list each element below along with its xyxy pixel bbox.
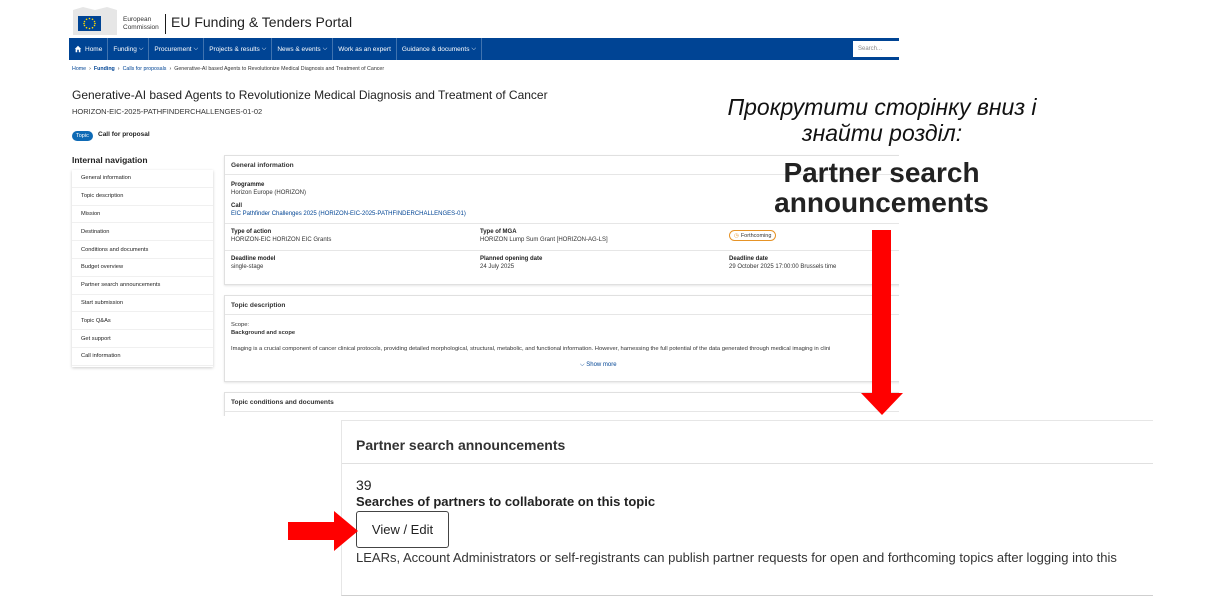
instruction-text: Прокрутити сторінку вниз і знайти розділ… (727, 94, 1037, 146)
sidebar-item-topic-description[interactable]: Topic description (72, 188, 213, 206)
sidebar-title: Internal navigation (72, 155, 148, 165)
programme-label: Programme (231, 182, 265, 188)
partner-search-note: LEARs, Account Administrators or self-re… (356, 550, 1117, 565)
nav-projects[interactable]: Projects & results ⌵ (204, 38, 273, 60)
nav-funding[interactable]: Funding ⌵ (108, 38, 150, 60)
chevron-down-icon: ⌵ (471, 45, 477, 52)
divider (225, 223, 899, 224)
nav-procurement[interactable]: Procurement ⌵ (149, 38, 205, 60)
target-section-label: Partner search announcements (774, 157, 989, 218)
topic-badge: Topic (72, 131, 93, 141)
nav-guidance-label: Guidance & documents (401, 45, 470, 53)
sidebar-item-partner-search[interactable]: Partner search announcements (72, 277, 213, 295)
type-of-action-label: Type of action (231, 229, 272, 235)
nav-funding-label: Funding (113, 45, 137, 53)
chevron-down-icon: ⌵ (138, 45, 144, 52)
topic-description-card: Topic description Scope: Background and … (224, 295, 899, 382)
divider (342, 463, 1153, 464)
deadline-model-value: single-stage (231, 264, 264, 270)
sidebar-item-general-information[interactable]: General information (72, 170, 213, 188)
sidebar-item-topic-qa[interactable]: Topic Q&As (72, 312, 213, 331)
call-label: Call (231, 203, 243, 209)
breadcrumb-funding[interactable]: Funding (94, 66, 115, 72)
conditions-card: Topic conditions and documents (224, 392, 899, 416)
nav-procurement-label: Procurement (154, 45, 192, 53)
arrow-right-icon (288, 511, 358, 551)
partner-search-count: 39 (356, 477, 372, 493)
portal-name[interactable]: EU Funding & Tenders Portal (171, 14, 352, 30)
sidebar-item-start-submission[interactable]: Start submission (72, 295, 213, 313)
home-icon (74, 45, 82, 53)
sidebar-item-get-support[interactable]: Get support (72, 330, 213, 348)
nav-news-label: News & events (277, 45, 321, 53)
breadcrumb-calls[interactable]: Calls for proposals (123, 66, 167, 72)
chevron-down-icon: ⌵ (580, 362, 585, 368)
arrow-down-icon (861, 230, 903, 415)
show-more-label: Show more (586, 362, 617, 368)
deadline-date-value: 29 October 2025 17:00:00 Brussels time (729, 264, 837, 270)
ec-logo-line2: Commission (123, 24, 159, 31)
partner-search-section: Partner search announcements 39 Searches… (341, 420, 1153, 596)
site-header: European Commission EU Funding & Tenders… (69, 0, 899, 38)
breadcrumb: Home › Funding › Calls for proposals › Generat… (72, 66, 384, 72)
opening-date-label: Planned opening date (480, 256, 543, 262)
status-label: Forthcoming (740, 232, 772, 239)
sidebar-item-destination[interactable]: Destination (72, 223, 213, 242)
nav-guidance[interactable]: Guidance & documents ⌵ (397, 38, 483, 60)
view-edit-button[interactable]: View / Edit (356, 511, 449, 548)
clock-icon: ◷ (734, 232, 739, 239)
deadline-model-label: Deadline model (231, 256, 276, 262)
breadcrumb-separator-icon: › (117, 66, 120, 72)
partner-search-description: Searches of partners to collaborate on t… (356, 494, 656, 509)
sidebar-item-mission[interactable]: Mission (72, 206, 213, 224)
ec-logo-line1: European (123, 16, 152, 23)
ec-flag-logo (73, 7, 117, 35)
nav-expert-label: Work as an expert (338, 45, 391, 53)
breadcrumb-home[interactable]: Home (72, 66, 86, 72)
page-title: Generative-AI based Agents to Revolution… (72, 88, 548, 102)
background-heading: Background and scope (231, 330, 296, 336)
divider (225, 250, 899, 251)
nav-projects-label: Projects & results (209, 45, 260, 53)
sidebar-item-conditions[interactable]: Conditions and documents (72, 241, 213, 259)
scope-label: Scope: (231, 322, 250, 328)
main-navbar: Home Funding ⌵ Procurement ⌵ Projects & re… (69, 38, 899, 60)
sidebar-item-call-information[interactable]: Call information (72, 348, 213, 366)
deadline-date-label: Deadline date (729, 256, 769, 262)
breadcrumb-current: Generative-AI based Agents to Revolution… (174, 66, 385, 72)
sidebar-item-budget[interactable]: Budget overview (72, 259, 213, 277)
nav-home-label: Home (85, 45, 103, 53)
search-input[interactable]: Search... (853, 41, 899, 57)
page-subtitle: HORIZON-EIC-2025-PATHFINDERCHALLENGES-01… (72, 107, 263, 116)
description-text: Imaging is a crucial component of cancer… (231, 346, 831, 352)
partner-search-heading: Partner search announcements (356, 437, 566, 453)
nav-expert[interactable]: Work as an expert (333, 38, 397, 60)
ec-logo-text: European Commission (123, 16, 159, 32)
chevron-down-icon: ⌵ (322, 45, 328, 52)
nav-home[interactable]: Home (69, 38, 109, 60)
type-of-mga-label: Type of MGA (480, 229, 517, 235)
programme-value: Horizon Europe (HORIZON) (231, 190, 307, 196)
chevron-down-icon: ⌵ (261, 45, 267, 52)
card-heading: Topic conditions and documents (225, 393, 899, 412)
show-more-link[interactable]: ⌵ Show more (580, 362, 617, 369)
status-badge: ◷ Forthcoming (729, 230, 777, 241)
sidebar-nav: General information Topic description Mi… (72, 170, 213, 367)
type-of-action-value: HORIZON-EIC HORIZON EIC Grants (231, 237, 332, 243)
breadcrumb-separator-icon: › (89, 66, 91, 72)
topic-type: Call for proposal (98, 131, 150, 138)
chevron-down-icon: ⌵ (193, 45, 199, 52)
card-heading: Topic description (225, 296, 899, 315)
call-link[interactable]: EIC Pathfinder Challenges 2025 (HORIZON-… (231, 211, 466, 217)
opening-date-value: 24 July 2025 (480, 264, 515, 270)
nav-news[interactable]: News & events ⌵ (272, 38, 334, 60)
type-of-mga-value: HORIZON Lump Sum Grant [HORIZON-AG-LS] (480, 237, 608, 243)
header-separator (165, 14, 166, 34)
breadcrumb-separator-icon: › (169, 66, 172, 72)
